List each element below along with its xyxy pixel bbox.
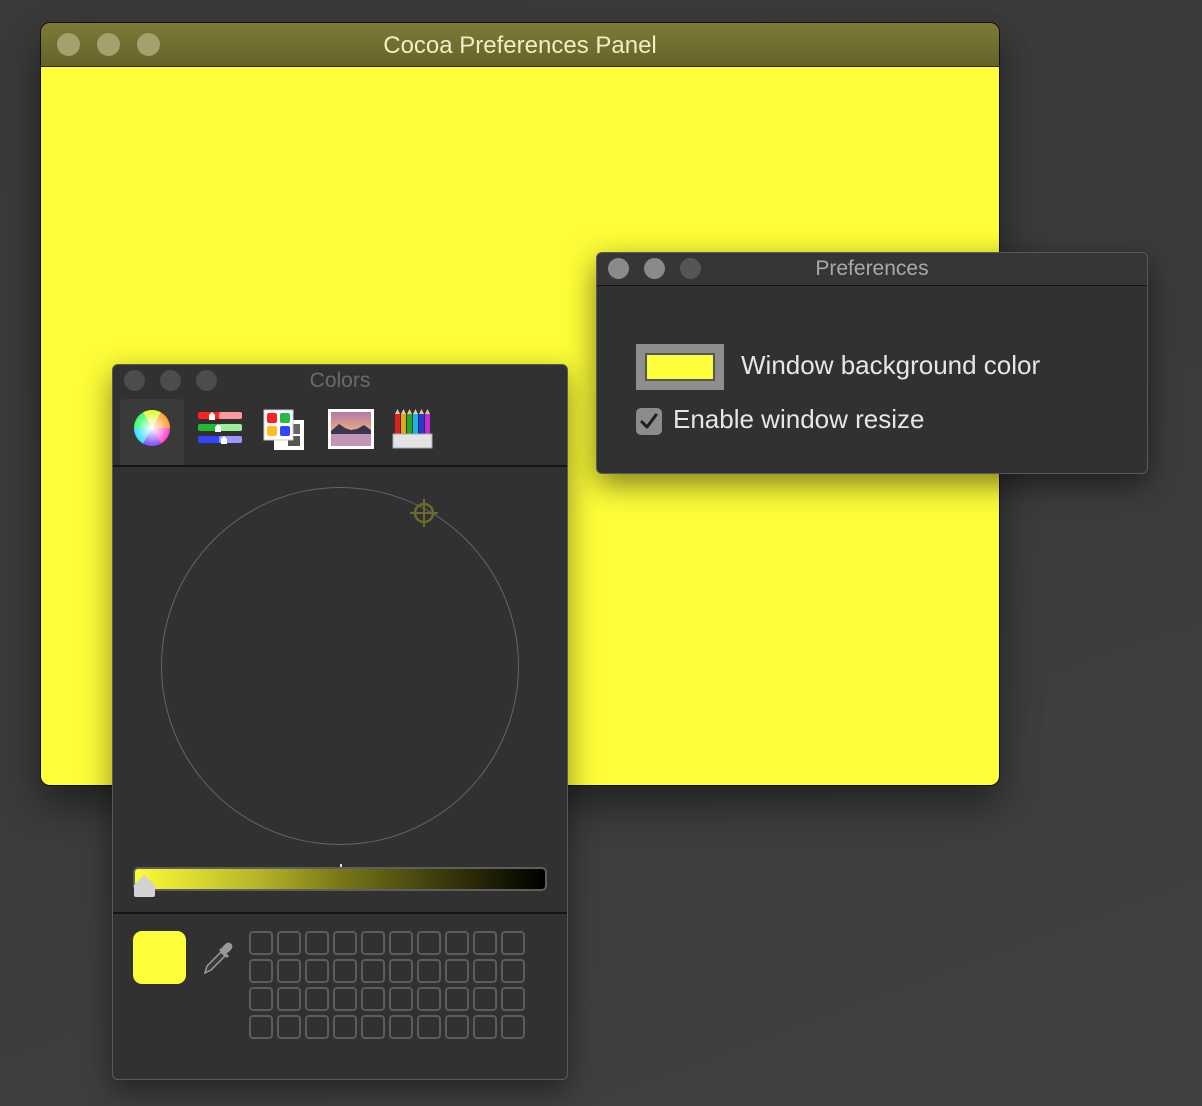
enable-resize-label[interactable]: Enable window resize (673, 404, 924, 435)
tab-color-wheel[interactable] (120, 399, 184, 465)
custom-swatch-slot[interactable] (277, 1015, 301, 1039)
brightness-slider[interactable] (133, 867, 547, 891)
color-wheel[interactable] (162, 488, 518, 844)
custom-swatch-slot[interactable] (445, 959, 469, 983)
custom-swatch-slot[interactable] (501, 959, 525, 983)
pencils-icon (392, 409, 433, 449)
custom-swatch-slot[interactable] (249, 1015, 273, 1039)
custom-swatch-slot[interactable] (473, 987, 497, 1011)
custom-swatch-slot[interactable] (277, 987, 301, 1011)
preferences-titlebar[interactable]: Preferences (597, 253, 1147, 286)
background-color-well[interactable] (636, 344, 724, 390)
preferences-title: Preferences (815, 257, 929, 280)
custom-swatch-slot[interactable] (305, 987, 329, 1011)
colors-panel: Colors (112, 364, 568, 1080)
custom-swatch-slot[interactable] (361, 1015, 385, 1039)
custom-swatch-slot[interactable] (361, 987, 385, 1011)
colors-title: Colors (309, 369, 371, 392)
color-wheel-icon (134, 409, 170, 447)
custom-swatch-slot[interactable] (305, 931, 329, 955)
custom-swatch-slot[interactable] (445, 1015, 469, 1039)
color-palettes-icon (263, 409, 304, 450)
custom-swatch-slot[interactable] (473, 931, 497, 955)
custom-swatch-slot[interactable] (417, 987, 441, 1011)
custom-swatch-slot[interactable] (389, 987, 413, 1011)
custom-swatch-slot[interactable] (361, 959, 385, 983)
custom-swatch-slot[interactable] (333, 987, 357, 1011)
custom-swatch-slot[interactable] (361, 931, 385, 955)
custom-swatch-slot[interactable] (305, 1015, 329, 1039)
current-color-swatch[interactable] (133, 931, 186, 984)
custom-swatch-slot[interactable] (333, 959, 357, 983)
custom-swatch-slot[interactable] (417, 959, 441, 983)
custom-swatch-slot[interactable] (389, 959, 413, 983)
enable-resize-checkbox[interactable] (636, 408, 662, 435)
custom-swatch-slot[interactable] (445, 931, 469, 955)
background-color-label: Window background color (741, 350, 1041, 380)
checkmark-icon (640, 413, 658, 429)
custom-swatch-slot[interactable] (389, 931, 413, 955)
custom-swatch-slot[interactable] (501, 987, 525, 1011)
section-divider (113, 912, 567, 914)
custom-swatch-slot[interactable] (249, 931, 273, 955)
tab-color-sliders[interactable] (185, 399, 249, 465)
custom-swatch-slot[interactable] (417, 931, 441, 955)
tab-image-palettes[interactable] (315, 399, 379, 465)
custom-swatch-slot[interactable] (389, 1015, 413, 1039)
color-sliders-icon (198, 412, 242, 444)
custom-swatch-slot[interactable] (473, 1015, 497, 1039)
custom-swatch-slot[interactable] (501, 1015, 525, 1039)
tab-pencils[interactable] (380, 399, 444, 465)
preferences-window: Preferences Window background color Enab… (596, 252, 1148, 474)
custom-swatch-slot[interactable] (333, 931, 357, 955)
custom-swatch-slot[interactable] (333, 1015, 357, 1039)
custom-swatch-slot[interactable] (277, 959, 301, 983)
custom-swatch-slot[interactable] (501, 931, 525, 955)
colors-titlebar[interactable]: Colors (113, 365, 567, 395)
color-wheel-crosshair[interactable] (409, 498, 439, 528)
tab-color-palettes[interactable] (250, 399, 314, 465)
window-title: Cocoa Preferences Panel (383, 32, 657, 59)
custom-swatch-slot[interactable] (305, 959, 329, 983)
custom-swatch-slot[interactable] (445, 987, 469, 1011)
main-titlebar[interactable]: Cocoa Preferences Panel (41, 23, 999, 67)
custom-swatch-slot[interactable] (417, 1015, 441, 1039)
brightness-slider-knob[interactable] (133, 873, 157, 897)
color-well-swatch (645, 353, 715, 381)
color-mode-toolbar (113, 397, 567, 467)
eyedropper-icon[interactable] (203, 940, 235, 976)
custom-swatch-slot[interactable] (249, 987, 273, 1011)
custom-swatch-grid (249, 931, 525, 1039)
custom-swatch-slot[interactable] (277, 931, 301, 955)
custom-swatch-slot[interactable] (473, 959, 497, 983)
image-palettes-icon (328, 409, 374, 449)
custom-swatch-slot[interactable] (249, 959, 273, 983)
